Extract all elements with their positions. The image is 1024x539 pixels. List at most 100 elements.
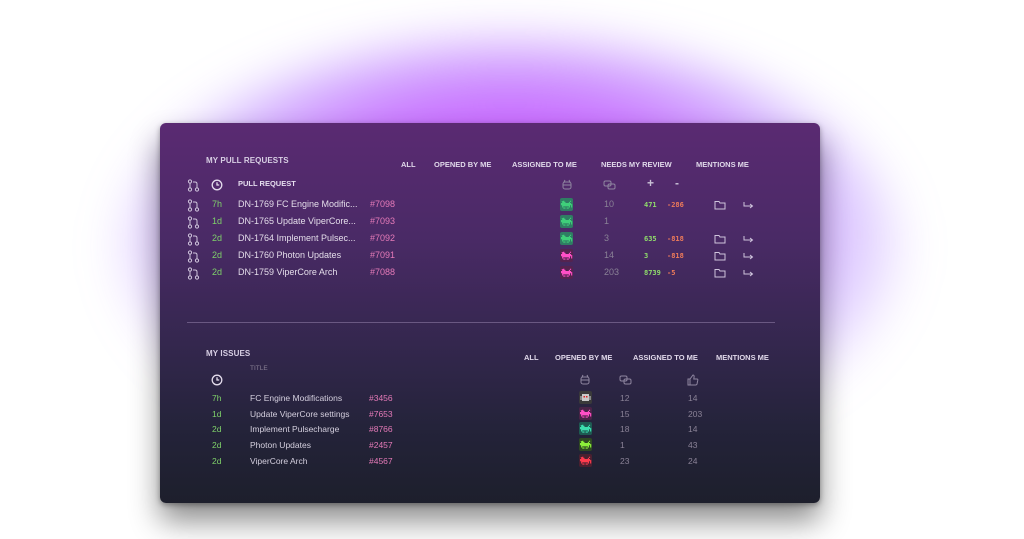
space-invader-green-icon [559,232,573,245]
pr-deletions: -5 [667,269,676,277]
clock-icon [211,374,223,386]
author-column-icon [579,374,591,386]
issue-likes: 43 [688,440,698,450]
issue-title[interactable]: Implement Pulsecharge [250,424,339,434]
pr-title[interactable]: DN-1769 FC Engine Modific... [238,199,358,209]
pr-additions: 635 [644,235,657,243]
issues-title: MY ISSUES [206,349,251,358]
space-invader-pink-icon [578,407,592,420]
pr-age: 2d [212,267,223,277]
pr-comments: 10 [604,199,615,209]
pr-comments: 14 [604,250,615,260]
space-invader-pink-icon [559,266,573,279]
issue-number[interactable]: #4567 [369,456,393,466]
thumbs-up-icon [687,374,699,386]
folder-icon[interactable] [714,200,726,210]
pr-deletions: -818 [667,252,684,260]
pr-title[interactable]: DN-1765 Update ViperCore... [238,216,356,226]
pr-age: 1d [212,216,223,226]
space-invader-pink-icon [559,249,573,262]
pr-filter-mentions-me[interactable]: MENTIONS ME [696,160,749,169]
pr-age: 2d [212,233,223,243]
pull-requests-title: MY PULL REQUESTS [206,156,289,165]
issues-filter-opened-by-me[interactable]: OPENED BY ME [555,353,612,362]
pr-deletions: -286 [667,201,684,209]
share-arrow-icon[interactable] [743,268,755,278]
issue-likes: 14 [688,424,698,434]
clock-icon [211,179,223,191]
share-arrow-icon[interactable] [743,200,755,210]
pr-number[interactable]: #7088 [370,267,395,277]
author-column-icon [561,179,573,191]
issue-title[interactable]: FC Engine Modifications [250,393,342,403]
issue-comments: 12 [620,393,630,403]
issue-number[interactable]: #2457 [369,440,393,450]
additions-column-header: + [647,176,655,190]
pr-title[interactable]: DN-1760 Photon Updates [238,250,341,260]
comments-column-icon [619,375,632,386]
issue-age: 7h [212,393,222,403]
issue-comments: 23 [620,456,630,466]
issue-number[interactable]: #8766 [369,424,393,434]
space-invader-teal-icon [578,422,592,435]
comments-column-icon [603,180,616,191]
space-invader-red-icon [578,454,592,467]
space-invader-lime-icon [578,438,592,451]
pr-age: 7h [212,199,223,209]
column-header-pull-request: PULL REQUEST [238,179,296,188]
issue-number[interactable]: #7653 [369,409,393,419]
pr-filter-all[interactable]: ALL [401,160,416,169]
space-invader-green-icon [559,215,573,228]
issues-filter-all[interactable]: ALL [524,353,539,362]
folder-icon[interactable] [714,251,726,261]
dashboard-panel: MY PULL REQUESTS ALL OPENED BY ME ASSIGN… [160,123,820,503]
share-arrow-icon[interactable] [743,251,755,261]
pr-number[interactable]: #7092 [370,233,395,243]
issue-comments: 1 [620,440,625,450]
pull-request-icon [187,199,200,212]
robot-avatar-icon [579,391,592,404]
pull-request-icon [187,216,200,229]
issue-age: 2d [212,424,222,434]
space-invader-green-icon [559,198,573,211]
pull-request-icon [187,179,200,192]
issue-comments: 15 [620,409,630,419]
issue-likes: 14 [688,393,698,403]
share-arrow-icon[interactable] [743,234,755,244]
issue-age: 2d [212,456,222,466]
pull-request-icon [187,233,200,246]
pr-filter-assigned-to-me[interactable]: ASSIGNED TO ME [512,160,577,169]
pr-additions: 471 [644,201,657,209]
folder-icon[interactable] [714,268,726,278]
pr-additions: 8739 [644,269,661,277]
pr-number[interactable]: #7093 [370,216,395,226]
pr-title[interactable]: DN-1764 Implement Pulsec... [238,233,356,243]
issues-filter-mentions-me[interactable]: MENTIONS ME [716,353,769,362]
pr-deletions: -818 [667,235,684,243]
pr-filter-opened-by-me[interactable]: OPENED BY ME [434,160,491,169]
issue-number[interactable]: #3456 [369,393,393,403]
pr-title[interactable]: DN-1759 ViperCore Arch [238,267,337,277]
deletions-column-header: - [675,176,679,190]
issue-title[interactable]: Update ViperCore settings [250,409,350,419]
pr-comments: 1 [604,216,610,226]
pr-number[interactable]: #7098 [370,199,395,209]
pull-request-icon [187,267,200,280]
pull-request-icon [187,250,200,263]
folder-icon[interactable] [714,234,726,244]
pr-comments: 203 [604,267,620,277]
issue-title[interactable]: ViperCore Arch [250,456,307,466]
column-header-title: TITLE [250,365,268,372]
pr-additions: 3 [644,252,649,260]
pr-comments: 3 [604,233,610,243]
issue-likes: 203 [688,409,703,419]
pr-filter-needs-my-review[interactable]: NEEDS MY REVIEW [601,160,672,169]
pr-number[interactable]: #7091 [370,250,395,260]
issue-comments: 18 [620,424,630,434]
issues-filter-assigned-to-me[interactable]: ASSIGNED TO ME [633,353,698,362]
issue-age: 1d [212,409,222,419]
pr-age: 2d [212,250,223,260]
issue-likes: 24 [688,456,698,466]
section-divider [187,322,775,323]
issue-title[interactable]: Photon Updates [250,440,311,450]
